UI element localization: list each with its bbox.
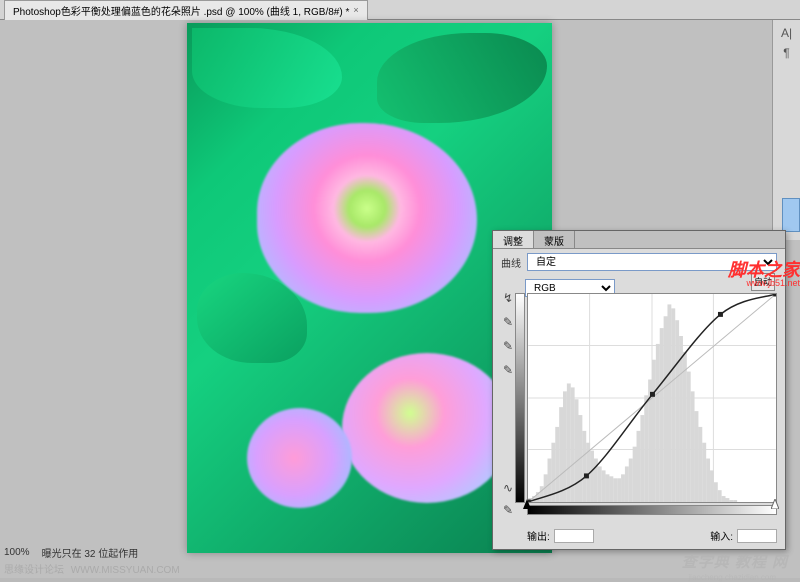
tab-masks[interactable]: 蒙版 bbox=[534, 231, 575, 248]
input-field: 输入: bbox=[710, 528, 777, 543]
tab-adjustments[interactable]: 调整 bbox=[493, 231, 534, 248]
black-point-slider[interactable] bbox=[523, 499, 531, 509]
curve-pencil-icon[interactable]: ✎ bbox=[499, 503, 517, 519]
close-icon[interactable]: × bbox=[353, 5, 358, 15]
white-point-slider[interactable] bbox=[771, 499, 779, 509]
curve-svg bbox=[528, 294, 776, 502]
adjustments-panel: 调整 蒙版 曲线 自定 RGB 自动 ↯ ✎ ✎ ✎ ∿ ✎ bbox=[492, 230, 786, 550]
input-input[interactable] bbox=[737, 529, 777, 543]
output-row: 输出: 输入: bbox=[527, 528, 777, 543]
footer-text: 思缘设计论坛 WWW.MISSYUAN.COM bbox=[4, 561, 180, 576]
right-sidebar: A| ¶ bbox=[772, 20, 800, 240]
document-tab[interactable]: Photoshop色彩平衡处理偏蓝色的花朵照片 .psd @ 100% (曲线 … bbox=[4, 0, 368, 20]
input-label: 输入: bbox=[710, 528, 733, 543]
output-field: 输出: bbox=[527, 528, 594, 543]
paragraph-panel-icon[interactable]: ¶ bbox=[777, 46, 797, 62]
document-title: Photoshop色彩平衡处理偏蓝色的花朵照片 .psd @ 100% (曲线 … bbox=[13, 3, 349, 18]
panel-highlight[interactable] bbox=[782, 198, 800, 232]
image-content bbox=[247, 408, 352, 508]
document-tab-bar: Photoshop色彩平衡处理偏蓝色的花朵照片 .psd @ 100% (曲线 … bbox=[0, 0, 800, 20]
image-content bbox=[257, 123, 477, 313]
zoom-level[interactable]: 100% bbox=[4, 547, 30, 558]
status-bar: 100% 曝光只在 32 位起作用 bbox=[4, 545, 138, 560]
preset-select[interactable]: 自定 bbox=[527, 253, 777, 271]
image-content bbox=[192, 28, 342, 108]
input-gradient bbox=[527, 505, 777, 515]
adjustment-type-label: 曲线 bbox=[501, 255, 521, 270]
output-input[interactable] bbox=[554, 529, 594, 543]
doc-info: 曝光只在 32 位起作用 bbox=[42, 545, 139, 560]
character-panel-icon[interactable]: A| bbox=[777, 26, 797, 42]
panel-tabs: 调整 蒙版 bbox=[493, 231, 785, 249]
output-gradient bbox=[515, 293, 525, 503]
curve-graph[interactable] bbox=[527, 293, 777, 503]
image-content bbox=[342, 353, 512, 503]
image-content bbox=[377, 33, 547, 123]
output-label: 输出: bbox=[527, 528, 550, 543]
preset-row: 曲线 自定 bbox=[493, 249, 785, 275]
auto-button[interactable]: 自动 bbox=[751, 273, 775, 291]
